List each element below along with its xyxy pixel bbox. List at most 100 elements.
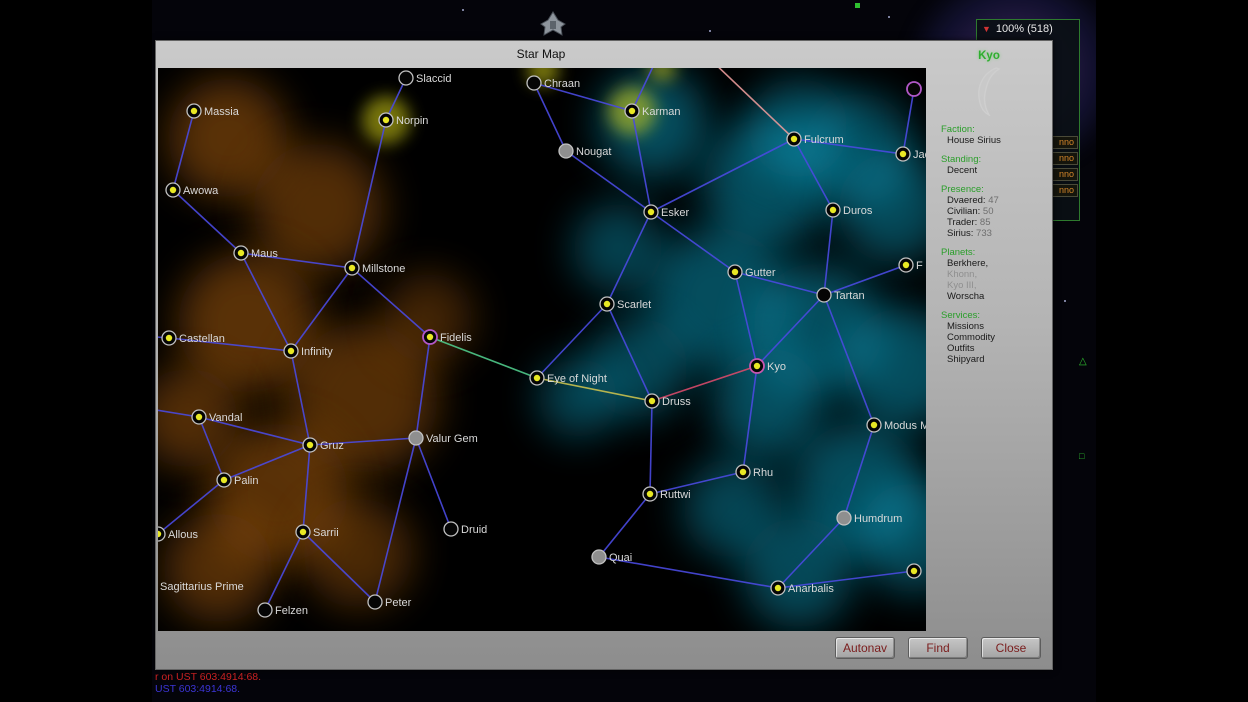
services-label: Services: (926, 310, 1052, 321)
map-label: Millstone (362, 263, 405, 275)
hud-armor-readout: 100% (518) (996, 23, 1053, 35)
map-system-anarbalis[interactable]: Anarbalis (771, 581, 834, 595)
map-system-massia[interactable]: Massia (187, 104, 240, 118)
map-label: Rhu (753, 467, 773, 479)
close-button[interactable]: Close (981, 637, 1041, 659)
map-system-druid[interactable]: Druid (444, 522, 487, 536)
planets-label: Planets: (926, 247, 1052, 258)
nebula-layer (158, 68, 926, 628)
map-system-karman[interactable]: Karman (625, 104, 681, 118)
service-item: Commodity (926, 332, 1052, 343)
map-label: Valur Gem (426, 433, 478, 445)
map-system-kyo[interactable]: Kyo (750, 359, 786, 373)
planet-item: Worscha (926, 291, 1052, 302)
map-system-fulcrum[interactable]: Fulcrum (787, 132, 844, 146)
map-label: Jack (913, 149, 926, 161)
map-label: Kyo (767, 361, 786, 373)
map-system-gutter[interactable]: Gutter (728, 265, 776, 279)
map-label: Norpin (396, 115, 428, 127)
map-label: Gutter (745, 267, 776, 279)
map-system-millstone[interactable]: Millstone (345, 261, 405, 275)
screen: ▼ 100% (518) nnonnonnonno △ □ r on UST 6… (0, 0, 1248, 702)
find-button[interactable]: Find (908, 637, 968, 659)
autonav-button[interactable]: Autonav (835, 637, 895, 659)
planet-item: Kyo III, (926, 280, 1052, 291)
planet-item: Berkhere, (926, 258, 1052, 269)
standing-value: Decent (926, 165, 1052, 176)
map-label: Esker (661, 207, 689, 219)
map-system-fidelis[interactable]: Fidelis (423, 330, 472, 344)
star-map-canvas[interactable]: Slaccid Massia Norpin Chraan Karman Fulcrum Ja… (158, 68, 926, 631)
map-system-etopright[interactable] (907, 82, 921, 96)
message-log: r on UST 603:4914:68. UST 603:4914:68. (155, 671, 261, 695)
map-label: F (916, 260, 923, 272)
map-system-rhu[interactable]: Rhu (736, 465, 773, 479)
map-label: Slaccid (416, 73, 451, 85)
map-system-infinity[interactable]: Infinity (284, 344, 333, 358)
presence-row: Trader: 85 (926, 217, 1052, 228)
map-label: Fulcrum (804, 134, 844, 146)
map-label: Karman (642, 106, 681, 118)
service-item: Outfits (926, 343, 1052, 354)
map-label: Eye of Night (547, 373, 607, 385)
log-line-2: UST 603:4914:68. (155, 683, 261, 695)
map-system-palin[interactable]: Palin (217, 473, 258, 487)
log-line-1: r on UST 603:4914:68. (155, 671, 261, 683)
player-ship-sprite (538, 11, 568, 39)
map-system-norpin[interactable]: Norpin (379, 113, 428, 127)
faction-logo-sirius (972, 66, 1006, 116)
map-label: Druss (662, 396, 691, 408)
map-label: Duros (843, 205, 873, 217)
map-label: Scarlet (617, 299, 651, 311)
map-system-slaccid[interactable]: Slaccid (399, 71, 451, 85)
map-system-nougat[interactable]: Nougat (559, 144, 611, 158)
map-system-vandal[interactable]: Vandal (192, 410, 242, 424)
map-label: Maus (251, 248, 278, 260)
map-system-eyeofnight[interactable]: Eye of Night (530, 371, 607, 385)
map-system-scarlet[interactable]: Scarlet (600, 297, 651, 311)
map-system-chraan[interactable]: Chraan (527, 76, 580, 90)
map-label: Peter (385, 597, 412, 609)
presence-label: Presence: (926, 184, 1052, 195)
map-system-esker[interactable]: Esker (644, 205, 689, 219)
map-label-sagprime: Sagittarius Prime (160, 581, 244, 593)
map-system-awowa[interactable]: Awowa (166, 183, 219, 197)
map-label: Quai (609, 552, 632, 564)
map-system-ruttwi[interactable]: Ruttwi (643, 487, 691, 501)
map-label: Humdrum (854, 513, 902, 525)
map-system-sarrii[interactable]: Sarrii (296, 525, 339, 539)
map-system-gruz[interactable]: Gruz (303, 438, 344, 452)
star-dot (709, 30, 711, 32)
map-system-peter[interactable]: Peter (368, 595, 412, 609)
faction-value: House Sirius (926, 135, 1052, 146)
service-item: Shipyard (926, 354, 1052, 365)
hud-green-dot (855, 3, 860, 8)
map-system-castellan[interactable]: Castellan (162, 331, 225, 345)
map-label: Infinity (301, 346, 333, 358)
presence-row: Civilian: 50 (926, 206, 1052, 217)
map-label: Massia (204, 106, 240, 118)
map-system-valurgem[interactable]: Valur Gem (409, 431, 478, 445)
map-system-druss[interactable]: Druss (645, 394, 691, 408)
map-label: Fidelis (440, 332, 472, 344)
star-dot (462, 9, 464, 11)
planet-list: Berkhere,Khonn,Kyo III,Worscha (926, 258, 1052, 302)
map-system-fright[interactable]: F (899, 258, 923, 272)
map-system-maus[interactable]: Maus (234, 246, 278, 260)
map-system-modus[interactable]: Modus Manis (867, 418, 926, 432)
system-info-panel: Kyo Faction: House Sirius Standing: Dece… (926, 51, 1052, 365)
selected-system-name: Kyo (926, 51, 1052, 62)
game-viewport: ▼ 100% (518) nnonnonnonno △ □ r on UST 6… (152, 0, 1096, 702)
map-label: Sarrii (313, 527, 339, 539)
map-system-bright[interactable] (907, 564, 921, 578)
map-system-duros[interactable]: Duros (826, 203, 873, 217)
faction-label: Faction: (926, 124, 1052, 135)
map-system-tartan[interactable]: Tartan (817, 288, 865, 302)
dialog-button-row: Autonav Find Close (835, 637, 1041, 659)
map-label: Nougat (576, 146, 611, 158)
map-system-quai[interactable]: Quai (592, 550, 632, 564)
map-system-humdrum[interactable]: Humdrum (837, 511, 902, 525)
map-system-felzen[interactable]: Felzen (258, 603, 308, 617)
hud-target-square: □ (1079, 452, 1084, 461)
map-label: Vandal (209, 412, 242, 424)
